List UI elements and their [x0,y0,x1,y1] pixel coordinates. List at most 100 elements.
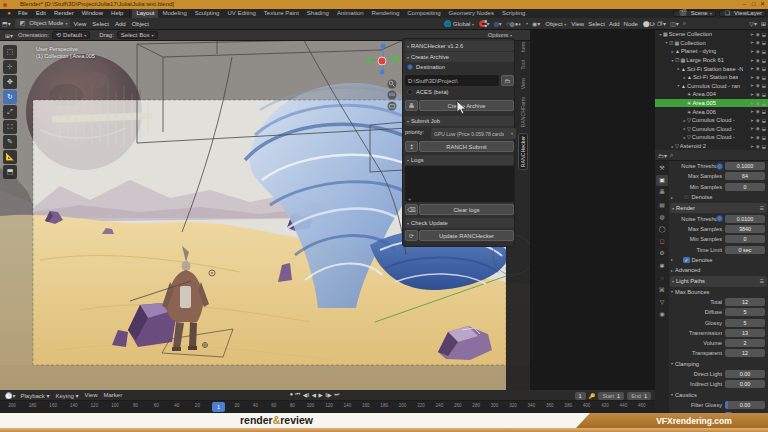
hide-icon[interactable]: ◉ [756,83,760,88]
hide-icon[interactable]: ◉ [756,32,760,37]
play-reverse-button[interactable]: ◀ [312,392,316,398]
outliner-row-cumulus-cloud-ran[interactable]: ▾▲Cumulus Cloud - ran➤◉⬓ [655,82,768,91]
sidebar-tab-tool[interactable]: Tool [519,58,527,72]
end-frame-field[interactable]: End1 [627,392,651,400]
tool-transform[interactable]: ⛶ [3,120,17,134]
start-frame-field[interactable]: Start1 [598,392,624,400]
prop-check-caustics[interactable]: Caustics✓Reflective [669,410,768,413]
properties-tab-material[interactable]: ◉ [656,309,668,320]
sidebar-tab-ranchfarm[interactable]: RANCHFarm [519,95,527,130]
properties-tab-modifiers[interactable]: ⚙ [656,248,668,259]
submit-job-section[interactable]: ▾Submit Job [405,116,514,126]
prop-section-render[interactable]: ▾Render☰ [670,203,767,213]
select-icon[interactable]: ➤ [750,83,754,88]
tool-annotate[interactable]: ✎ [3,135,17,149]
drag-value-dropdown[interactable]: Select Box▾ [117,31,158,39]
menu-help[interactable]: Help [107,9,127,18]
properties-tab-output[interactable]: 🖶 [656,187,668,198]
viewport-menu-select[interactable]: Select [89,21,112,27]
outliner-row-asteroid-2[interactable]: ▸▽Asteroid 2➤◉⬓ [655,142,768,150]
workspace-tab-shading[interactable]: Shading [303,9,333,18]
shader-type-dropdown[interactable]: Object ▾ [542,21,569,27]
prop-check-denoise[interactable]: ▸Denoise [669,192,768,202]
viewport-nav-gadgets[interactable] [388,80,397,111]
select-icon[interactable]: ➤ [750,144,754,149]
value-field[interactable]: 3840 [725,225,765,233]
outliner-row-cumulus-cloud-[interactable]: ▸▽Cumulus Cloud -➤◉⬓ [655,125,768,134]
ranch-submit-button[interactable]: RANCH Submit [419,141,514,152]
orientation-dropdown[interactable]: 🌐 Global ▾ [441,20,477,27]
select-icon[interactable]: ➤ [750,109,754,114]
tool-measure[interactable]: 📐 [3,150,17,164]
render-visibility-icon[interactable]: ⬓ [762,135,766,140]
destination-radio[interactable]: Destination [405,64,514,70]
properties-tab-tool[interactable]: ⚒ [656,163,668,174]
value-field[interactable]: 2 [725,339,765,347]
tool-add-cube[interactable]: ⬒ [3,165,17,179]
hide-icon[interactable]: ◉ [756,40,760,45]
update-ranchecker-button[interactable]: Update RANCHecker [419,230,514,241]
render-visibility-icon[interactable]: ⬓ [762,49,766,54]
proportional-edit-icon[interactable]: ◎▾ [492,20,504,27]
snap-icon[interactable]: 🧲▾ [477,20,492,27]
render-visibility-icon[interactable]: ⬓ [762,58,766,63]
workspace-tab-geometry-nodes[interactable]: Geometry Nodes [445,9,498,18]
prop-sub-advanced[interactable]: ▸Advanced [669,265,768,275]
record-button[interactable]: ⏺ [290,391,293,398]
hide-icon[interactable]: ◉ [756,92,760,97]
hide-icon[interactable]: ◉ [756,144,760,149]
properties-tab-constraints[interactable]: ⌘ [656,285,668,296]
sidebar-tab-ranchecker[interactable]: RANCHecker [518,133,528,170]
select-icon[interactable]: ➤ [750,92,754,97]
tool-scale[interactable]: ⤢ [3,105,17,119]
play-button[interactable]: ▶ [318,392,322,398]
render-visibility-icon[interactable]: ⬓ [762,109,766,114]
hide-icon[interactable]: ◉ [756,135,760,140]
tool-rotate[interactable]: ↻ [3,90,17,104]
select-icon[interactable]: ➤ [750,75,754,80]
value-field[interactable]: 0 sec [725,246,765,254]
shader-menu-add[interactable]: Add [607,21,622,27]
keying-icon[interactable]: 🔑 [589,393,596,399]
select-icon[interactable]: ➤ [750,101,754,106]
outliner-mode2[interactable]: ◫▾ [668,20,681,27]
value-field[interactable]: 0 [725,235,765,243]
hide-icon[interactable]: ◉ [756,126,760,131]
tool-select-box[interactable]: ⬚ [3,45,17,59]
hide-icon[interactable]: ◉ [756,101,760,106]
properties-tab-scene[interactable]: ◍ [656,212,668,223]
prop-check-denoise[interactable]: ▸✓Denoise [669,255,768,265]
priority-dropdown[interactable]: GPU Low (Price 0.059.78 cards▾ [431,128,516,139]
select-icon[interactable]: ➤ [750,118,754,123]
hide-icon[interactable]: ◉ [756,58,760,63]
workspace-tab-layout[interactable]: Layout [132,9,158,18]
properties-search-icon[interactable]: ⌕ [670,152,673,159]
menu-render[interactable]: Render [50,9,78,18]
properties-nav-icon[interactable]: 🗀▾ [658,152,667,159]
outliner-display-mode[interactable]: 🗇▾ [655,20,668,27]
mode-dropdown[interactable]: ◩Object Mode▾ [15,19,71,28]
value-field[interactable]: 0.1000 [725,162,765,170]
prev-keyframe-button[interactable]: ◀‖ [303,392,310,398]
properties-tab-world[interactable]: ◯ [656,224,668,235]
render-visibility-icon[interactable]: ⬓ [762,92,766,97]
render-visibility-icon[interactable]: ⬓ [762,32,766,37]
jump-end-button[interactable]: ⏭ [334,391,339,398]
render-visibility-icon[interactable]: ⬓ [762,83,766,88]
render-visibility-icon[interactable]: ⬓ [762,75,766,80]
playback-controls[interactable]: ⏺ ⏮ ◀‖ ◀ ▶ ‖▶ ⏭ [290,391,339,398]
outliner-row-collection[interactable]: ▾☑▦Collection➤◉⬓ [655,39,768,48]
shader-menu-select[interactable]: Select [586,21,607,27]
select-icon[interactable]: ➤ [750,126,754,131]
menu-file[interactable]: File [14,9,32,18]
value-field[interactable]: 0 [725,183,765,191]
properties-tab-particles[interactable]: ✱ [656,261,668,272]
render-visibility-icon[interactable]: ⬓ [762,101,766,106]
hide-icon[interactable]: ◉ [756,49,760,54]
properties-tab-render[interactable]: ▣ [656,175,668,186]
render-visibility-icon[interactable]: ⬓ [762,144,766,149]
properties-tab-data[interactable]: ▽ [656,297,668,308]
value-field[interactable]: 13 [725,329,765,337]
workspace-tab-texture-paint[interactable]: Texture Paint [260,9,303,18]
viewport-menu-object[interactable]: Object [129,21,152,27]
